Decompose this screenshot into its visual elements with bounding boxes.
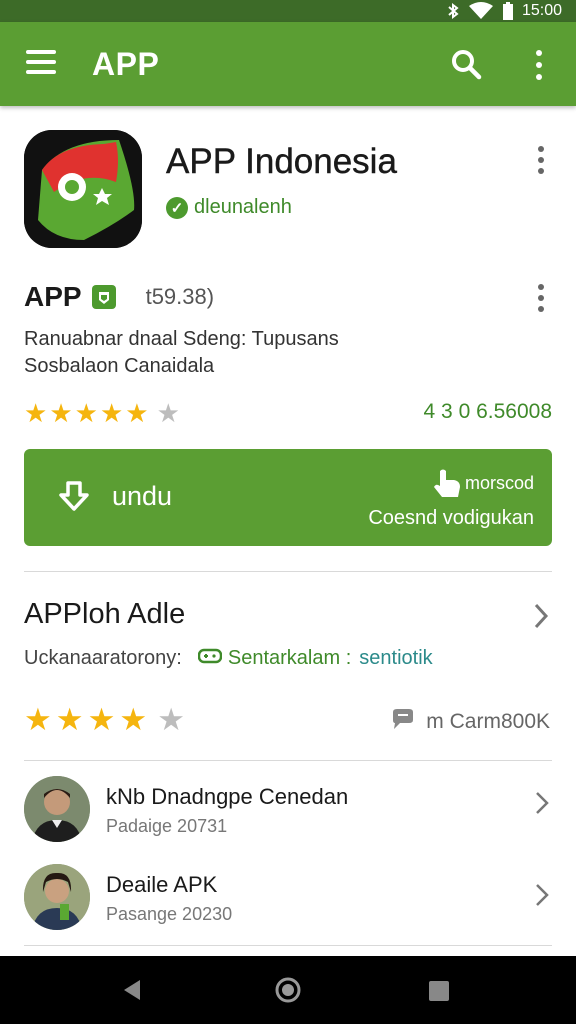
star-empty-icon: ★ — [157, 702, 185, 737]
listing-rating: ★ ★ ★ ★ ★ ★ 4 3 0 6.56008 — [24, 398, 552, 428]
review-count-text: m Carm800K — [426, 710, 550, 733]
listing-row: APP t59.38) — [24, 280, 214, 314]
listing-more-icon[interactable] — [536, 284, 546, 312]
wifi-icon — [468, 2, 494, 20]
listing-size: t59.38) — [145, 284, 215, 309]
chevron-right-icon[interactable] — [532, 602, 550, 635]
download-subtext: Coesnd vodigukan — [368, 507, 534, 529]
chevron-right-icon — [534, 882, 550, 913]
back-icon[interactable] — [120, 978, 142, 1007]
status-bar: 15:00 — [0, 0, 576, 22]
menu-icon[interactable] — [26, 50, 56, 78]
section-title[interactable]: APPloh Adle — [24, 598, 185, 631]
description-line-1: Ranuabnar dnaal Sdeng: Tupusans — [24, 328, 339, 350]
recents-icon[interactable] — [428, 980, 450, 1007]
divider — [24, 760, 552, 761]
star-rating: ★ ★ ★ ★ ★ — [24, 702, 185, 738]
star-icon: ★ — [55, 702, 84, 737]
star-icon: ★ — [87, 702, 116, 737]
chevron-right-icon — [534, 790, 550, 821]
star-icon: ★ — [74, 398, 98, 428]
battery-icon — [502, 2, 514, 20]
star-icon: ★ — [24, 702, 52, 737]
hand-pointer-icon — [430, 467, 464, 506]
category-label: Sentarkalam : — [227, 646, 352, 669]
download-count: 4 3 0 6.56008 — [423, 400, 552, 423]
star-half-icon: ★ — [119, 702, 148, 737]
bluetooth-icon — [446, 3, 460, 19]
list-item[interactable]: kNb Dnadngpe Cenedan Padaige 20731 — [0, 770, 576, 850]
star-empty-icon: ★ — [156, 398, 180, 428]
shield-badge-icon — [91, 285, 116, 309]
section-subtitle: Uckanaaratorony: — [24, 646, 182, 669]
list-item-title: Deaile APK — [106, 872, 218, 897]
more-options-icon[interactable] — [536, 146, 546, 174]
divider — [24, 571, 552, 572]
section-tag[interactable]: sentiotik — [359, 647, 432, 670]
star-icon: ★ — [49, 398, 73, 428]
app-bar-title: APP — [92, 46, 160, 82]
download-label: undu — [112, 481, 173, 511]
gamepad-icon — [197, 645, 223, 671]
reviews-icon — [390, 708, 416, 736]
list-item-subtitle: Pasange 20230 — [106, 904, 233, 924]
download-button[interactable]: undu morscod Coesnd vodigukan — [24, 449, 552, 546]
section-rating: ★ ★ ★ ★ ★ m Carm800K — [24, 702, 552, 738]
list-item[interactable]: Deaile APK Pasange 20230 — [0, 858, 576, 938]
star-icon: ★ — [99, 398, 124, 428]
star-icon: ★ — [24, 398, 48, 428]
app-name: APP Indonesia — [166, 142, 397, 181]
developer-link[interactable]: ✓ dleunalenh — [166, 196, 292, 219]
app-logo — [24, 130, 142, 248]
home-icon[interactable] — [274, 976, 302, 1009]
listing-label: APP — [24, 281, 82, 312]
status-icons: 15:00 — [446, 0, 562, 22]
system-nav-bar — [0, 956, 576, 1024]
list-item-title: kNb Dnadngpe Cenedan — [106, 784, 349, 809]
divider — [24, 945, 552, 946]
app-bar: APP — [0, 22, 576, 106]
search-icon[interactable] — [450, 48, 482, 85]
review-count: m Carm800K — [390, 708, 550, 736]
download-note: morscod — [464, 473, 534, 493]
overflow-menu-icon[interactable] — [532, 50, 546, 80]
section-subtitle-row: Uckanaaratorony: Sentarkalam : sentiotik — [24, 646, 433, 670]
star-rating: ★ ★ ★ ★ ★ ★ — [24, 398, 180, 428]
status-time: 15:00 — [521, 2, 562, 19]
listing-description: Ranuabnar dnaal Sdeng: Tupusans Sosbalao… — [24, 326, 544, 380]
description-line-2: Sosbalaon Canaidala — [24, 355, 215, 377]
star-icon: ★ — [125, 398, 149, 428]
developer-name: dleunalenh — [194, 196, 292, 218]
app-header: APP Indonesia ✓ dleunalenh — [0, 106, 576, 266]
avatar — [24, 864, 90, 930]
download-icon — [58, 479, 90, 520]
avatar — [24, 776, 90, 842]
verified-check-icon: ✓ — [166, 196, 188, 219]
list-item-subtitle: Padaige 20731 — [106, 816, 228, 836]
category-link[interactable]: Sentarkalam : — [197, 645, 352, 671]
